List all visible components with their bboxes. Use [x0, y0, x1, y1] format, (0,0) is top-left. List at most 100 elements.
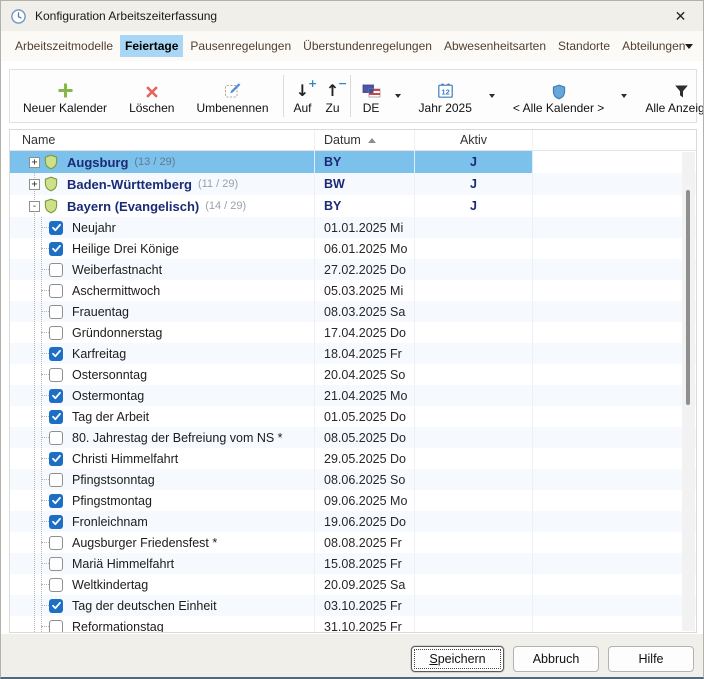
- holiday-row[interactable]: Frauentag08.03.2025 Sa: [10, 301, 696, 322]
- holiday-checkbox-unchecked[interactable]: [49, 305, 63, 319]
- vertical-scrollbar[interactable]: [682, 152, 695, 631]
- holiday-row[interactable]: Augsburger Friedensfest *08.08.2025 Fr: [10, 532, 696, 553]
- holiday-checkbox-unchecked[interactable]: [49, 326, 63, 340]
- calendar-region-code: BW: [315, 177, 345, 191]
- calendar-active-cell: J: [415, 195, 533, 217]
- dropdown-arrow-icon[interactable]: [621, 94, 627, 98]
- svg-text:12: 12: [441, 87, 449, 96]
- holiday-row[interactable]: Mariä Himmelfahrt15.08.2025 Fr: [10, 553, 696, 574]
- calendar-row[interactable]: -Bayern (Evangelisch)(14 / 29)BYJ: [10, 195, 696, 217]
- holiday-row[interactable]: Ostermontag21.04.2025 Mo: [10, 385, 696, 406]
- tree-branch-line: [41, 248, 49, 249]
- holiday-checkbox-unchecked[interactable]: [49, 578, 63, 592]
- holiday-date: 21.04.2025 Mo: [315, 389, 407, 403]
- holiday-checkbox-checked[interactable]: [49, 221, 63, 235]
- holiday-date: 27.02.2025 Do: [315, 263, 406, 277]
- holiday-checkbox-unchecked[interactable]: [49, 620, 63, 633]
- holiday-active-cell: [415, 469, 533, 490]
- holiday-row[interactable]: Weiberfastnacht27.02.2025 Do: [10, 259, 696, 280]
- tree-expand-icon[interactable]: +: [29, 157, 40, 168]
- holiday-row[interactable]: Tag der deutschen Einheit 03.10.2025 Fr: [10, 595, 696, 616]
- tab-abteilungen[interactable]: Abteilungen: [617, 35, 690, 57]
- holiday-checkbox-checked[interactable]: [49, 347, 63, 361]
- holiday-row[interactable]: 80. Jahrestag der Befreiung vom NS *08.0…: [10, 427, 696, 448]
- holiday-row[interactable]: Reformationstag31.10.2025 Fr: [10, 616, 696, 632]
- calendar-active-flag: J: [415, 155, 532, 169]
- holiday-checkbox-checked[interactable]: [49, 452, 63, 466]
- expand-down-plus-icon: ↓+: [296, 78, 309, 100]
- holiday-checkbox-unchecked[interactable]: [49, 284, 63, 298]
- holiday-checkbox-checked[interactable]: [49, 599, 63, 613]
- holiday-checkbox-unchecked[interactable]: [49, 263, 63, 277]
- holiday-row[interactable]: Ostersonntag20.04.2025 So: [10, 364, 696, 385]
- toolbar-button-auf[interactable]: ↓+Auf: [287, 71, 319, 121]
- holiday-date: 29.05.2025 Do: [315, 452, 406, 466]
- holiday-row[interactable]: Gründonnerstag17.04.2025 Do: [10, 322, 696, 343]
- tab-berstundenregelungen[interactable]: Überstundenregelungen: [298, 35, 437, 57]
- hilfe-button[interactable]: Hilfe: [608, 646, 694, 672]
- holiday-checkbox-unchecked[interactable]: [49, 557, 63, 571]
- holiday-active-cell: [415, 385, 533, 406]
- holiday-row[interactable]: Pfingstmontag09.06.2025 Mo: [10, 490, 696, 511]
- column-header-aktiv[interactable]: Aktiv: [415, 130, 533, 150]
- dropdown-arrow-icon[interactable]: [489, 94, 495, 98]
- tree-expand-icon[interactable]: +: [29, 179, 40, 190]
- holiday-checkbox-checked[interactable]: [49, 242, 63, 256]
- holiday-checkbox-unchecked[interactable]: [49, 473, 63, 487]
- holiday-date-cell: 08.03.2025 Sa: [315, 301, 415, 322]
- holiday-date-cell: 31.10.2025 Fr: [315, 616, 415, 632]
- calendar-row[interactable]: +Baden-Württemberg(11 / 29)BWJ: [10, 173, 696, 195]
- toolbar-button-l-schen[interactable]: Löschen: [118, 71, 185, 121]
- holiday-checkbox-checked[interactable]: [49, 494, 63, 508]
- tree-branch-line: [41, 605, 49, 606]
- holiday-checkbox-unchecked[interactable]: [49, 368, 63, 382]
- holiday-row[interactable]: Aschermittwoch05.03.2025 Mi: [10, 280, 696, 301]
- toolbar-button-alle-kalender[interactable]: < Alle Kalender >: [502, 71, 615, 121]
- holiday-row[interactable]: Karfreitag18.04.2025 Fr: [10, 343, 696, 364]
- holiday-name-cell: Karfreitag: [10, 343, 315, 364]
- tab-standorte[interactable]: Standorte: [553, 35, 615, 57]
- close-button[interactable]: ✕: [658, 1, 703, 31]
- holiday-checkbox-checked[interactable]: [49, 515, 63, 529]
- holiday-date-cell: 03.10.2025 Fr: [315, 595, 415, 616]
- speichern-button[interactable]: Speichern: [411, 646, 504, 672]
- toolbar-label: Jahr 2025: [419, 101, 472, 115]
- holiday-name: Tag der deutschen Einheit: [72, 599, 217, 613]
- toolbar-button-umbenennen[interactable]: Umbenennen: [185, 71, 279, 121]
- dropdown-arrow-icon[interactable]: [395, 94, 401, 98]
- holiday-date-cell: 17.04.2025 Do: [315, 322, 415, 343]
- holiday-active-cell: [415, 238, 533, 259]
- holiday-row[interactable]: Neujahr01.01.2025 Mi: [10, 217, 696, 238]
- toolbar-button-zu[interactable]: ↑−Zu: [319, 71, 347, 121]
- holiday-name-cell: Heilige Drei Könige: [10, 238, 315, 259]
- toolbar-group-umbenennen: Umbenennen: [185, 71, 279, 121]
- tab-feiertage[interactable]: Feiertage: [120, 35, 183, 57]
- tab-arbeitszeitmodelle[interactable]: Arbeitszeitmodelle: [10, 35, 118, 57]
- holiday-row[interactable]: Heilige Drei Könige06.01.2025 Mo: [10, 238, 696, 259]
- holiday-date: 08.05.2025 Do: [315, 431, 406, 445]
- holiday-checkbox-checked[interactable]: [49, 410, 63, 424]
- tab-pausenregelungen[interactable]: Pausenregelungen: [185, 35, 296, 57]
- holiday-row[interactable]: Tag der Arbeit01.05.2025 Do: [10, 406, 696, 427]
- holiday-name: Ostersonntag: [72, 368, 147, 382]
- column-header-name[interactable]: Name: [10, 130, 315, 150]
- holiday-checkbox-unchecked[interactable]: [49, 536, 63, 550]
- toolbar-button-jahr-2025[interactable]: 12 Jahr 2025: [408, 71, 483, 121]
- tab-overflow-chevron-icon[interactable]: [685, 44, 693, 49]
- tree-branch-line: [41, 353, 49, 354]
- tab-abwesenheitsarten[interactable]: Abwesenheitsarten: [439, 35, 551, 57]
- holiday-checkbox-unchecked[interactable]: [49, 431, 63, 445]
- holiday-row[interactable]: Fronleichnam19.06.2025 Do: [10, 511, 696, 532]
- tree-collapse-icon[interactable]: -: [29, 201, 40, 212]
- toolbar-button-neuer-kalender[interactable]: Neuer Kalender: [12, 71, 118, 121]
- holiday-checkbox-checked[interactable]: [49, 389, 63, 403]
- holiday-row[interactable]: Christi Himmelfahrt29.05.2025 Do: [10, 448, 696, 469]
- holiday-row[interactable]: Pfingstsonntag08.06.2025 So: [10, 469, 696, 490]
- holiday-row[interactable]: Weltkindertag20.09.2025 Sa: [10, 574, 696, 595]
- toolbar-button-alle-anzeigen[interactable]: Alle Anzeigen: [634, 71, 704, 121]
- column-header-datum[interactable]: Datum: [315, 130, 415, 150]
- scrollbar-thumb[interactable]: [686, 190, 690, 405]
- abbruch-button[interactable]: Abbruch: [513, 646, 599, 672]
- toolbar-button-de[interactable]: DE: [354, 71, 389, 121]
- calendar-row[interactable]: +Augsburg(13 / 29)BYJ: [10, 151, 696, 173]
